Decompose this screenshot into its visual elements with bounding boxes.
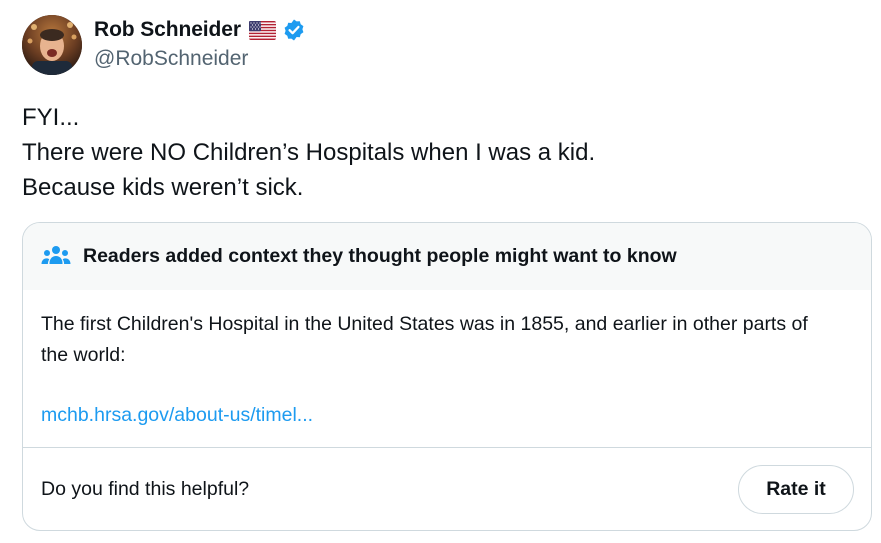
verified-badge-icon[interactable] <box>282 18 306 42</box>
tweet-text: FYI... There were NO Children’s Hospital… <box>22 100 842 205</box>
community-note-footer: Do you find this helpful? Rate it <box>23 448 871 530</box>
tweet: Rob Schneider @RobSchneider FYI... There… <box>0 0 881 543</box>
author-handle[interactable]: @RobSchneider <box>94 47 248 71</box>
tweet-line: Because kids weren’t sick. <box>22 174 304 201</box>
community-note-header: Readers added context they thought peopl… <box>23 223 871 290</box>
tweet-line: FYI... <box>22 104 80 131</box>
community-note-body: The first Children's Hospital in the Uni… <box>23 290 871 447</box>
avatar[interactable] <box>22 15 82 75</box>
rate-it-button[interactable]: Rate it <box>738 465 854 514</box>
helpful-question: Do you find this helpful? <box>41 478 250 500</box>
avatar-image <box>22 15 82 75</box>
us-flag-icon <box>248 20 276 40</box>
author-display-name[interactable]: Rob Schneider <box>94 18 241 42</box>
community-note-link[interactable]: mchb.hrsa.gov/about-us/timel... <box>41 400 853 431</box>
author-row: Rob Schneider <box>94 16 306 44</box>
community-note-title: Readers added context they thought peopl… <box>83 245 677 267</box>
community-note: Readers added context they thought peopl… <box>22 222 872 531</box>
tweet-line: There were NO Children’s Hospitals when … <box>22 139 596 166</box>
people-icon <box>41 245 71 269</box>
community-note-text: The first Children's Hospital in the Uni… <box>41 313 808 366</box>
